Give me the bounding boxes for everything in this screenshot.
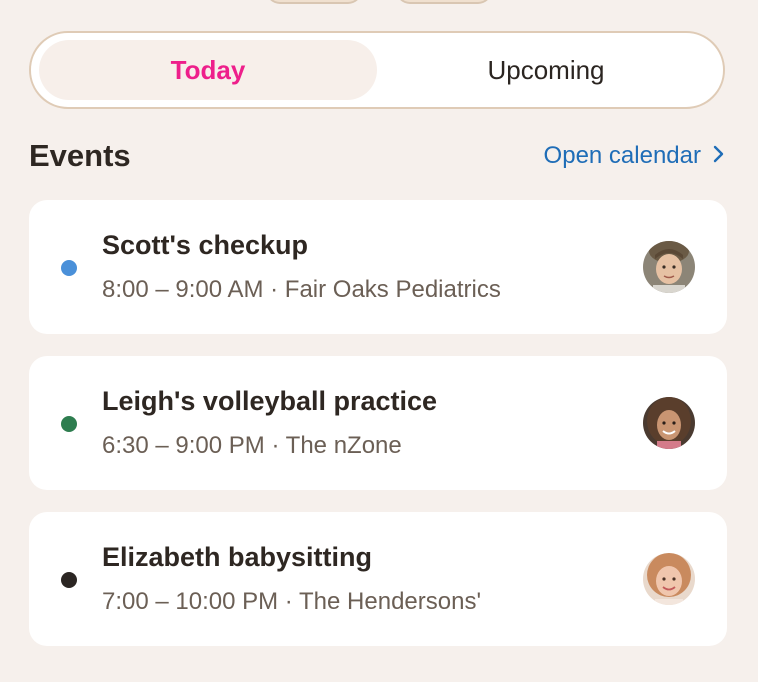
day-filter-segmented-control: Today Upcoming [29, 31, 725, 109]
tab-upcoming-label: Upcoming [487, 54, 605, 85]
event-title: Leigh's volleyball practice [102, 386, 438, 416]
event-color-dot [61, 416, 77, 432]
event-card[interactable]: Leigh's volleyball practice 6:30 – 9:00 … [29, 356, 727, 490]
event-color-dot [61, 572, 77, 588]
tab-today-label: Today [170, 54, 246, 85]
event-subtitle: 6:30 – 9:00 PM · The nZone [102, 432, 402, 459]
section-title: Events [29, 138, 131, 173]
event-subtitle: 7:00 – 10:00 PM · The Hendersons' [102, 588, 482, 615]
event-color-dot [61, 260, 77, 276]
events-header: Events Open calendar [29, 138, 725, 174]
event-card[interactable]: Scott's checkup 8:00 – 9:00 AM · Fair Oa… [29, 200, 727, 334]
open-calendar-link[interactable]: Open calendar [544, 142, 725, 170]
event-subtitle: 8:00 – 9:00 AM · Fair Oaks Pediatrics [102, 276, 501, 303]
tab-today[interactable]: Today [39, 40, 377, 100]
event-title: Elizabeth babysitting [102, 542, 373, 572]
event-card[interactable]: Elizabeth babysitting 7:00 – 10:00 PM · … [29, 512, 727, 646]
avatar-teen [643, 553, 695, 605]
top-pill-right[interactable] [396, 0, 492, 4]
avatar-girl [643, 397, 695, 449]
open-calendar-label: Open calendar [543, 142, 701, 169]
top-pill-left[interactable] [266, 0, 362, 4]
tab-upcoming[interactable]: Upcoming [377, 40, 715, 100]
chevron-right-icon [713, 144, 725, 168]
event-title: Scott's checkup [102, 230, 308, 260]
avatar-boy [643, 241, 695, 293]
